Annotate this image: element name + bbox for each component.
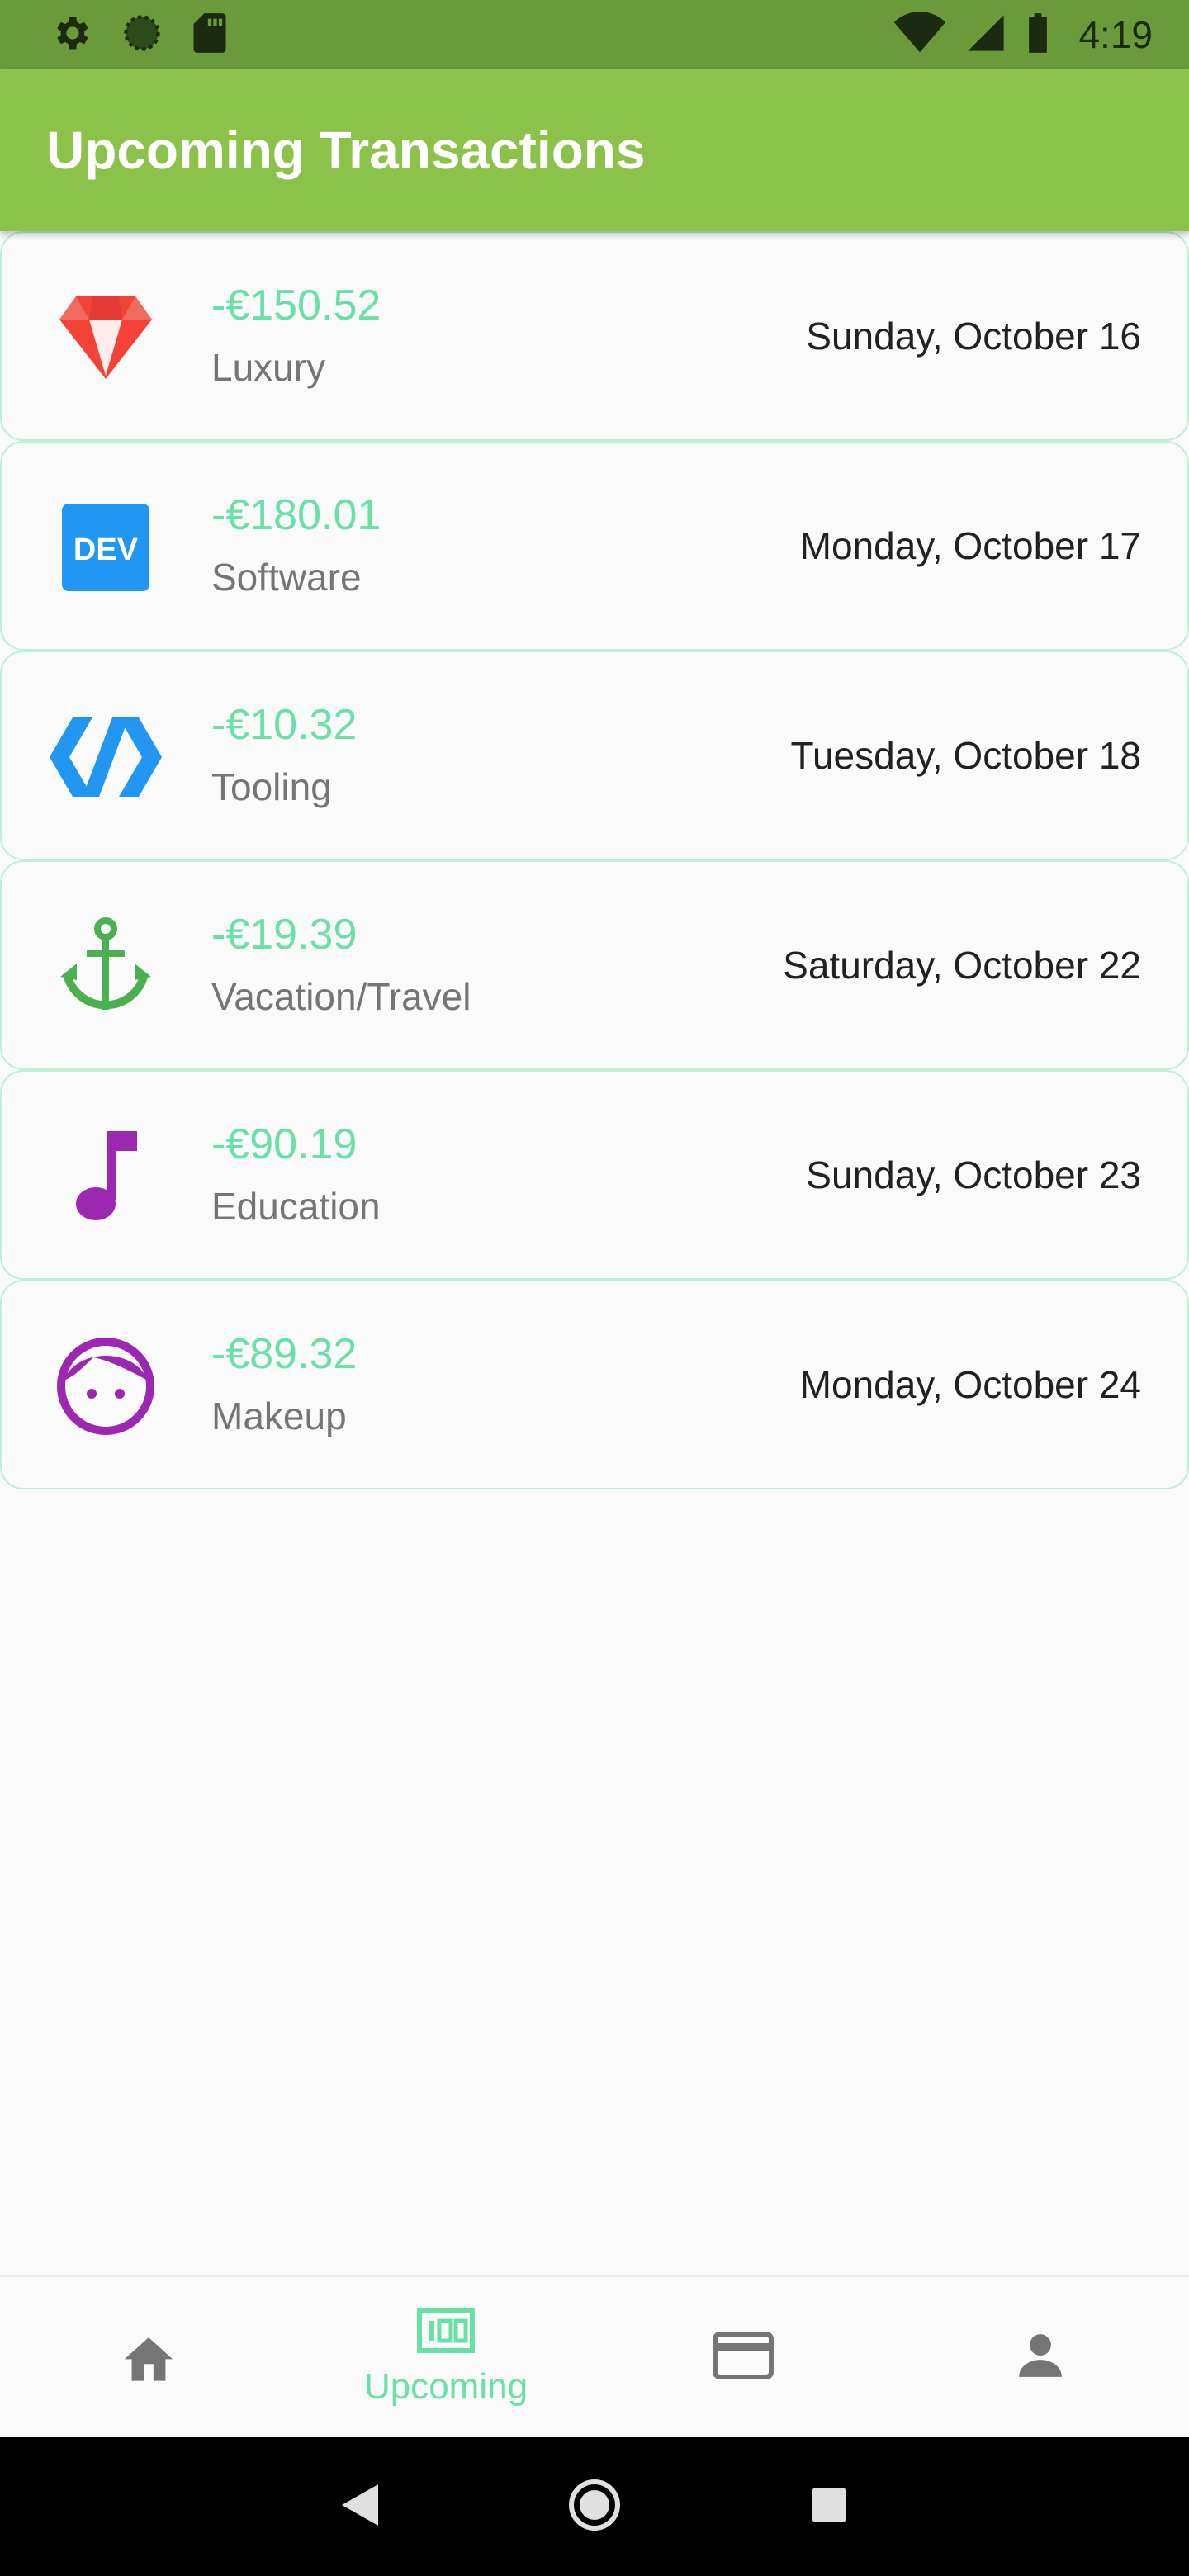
transaction-date: Monday, October 24 [799, 1363, 1141, 1406]
transaction-amount: -€90.19 [211, 1120, 358, 1168]
nav-label-upcoming: Upcoming [363, 2365, 528, 2407]
transaction-date: Sunday, October 23 [806, 1153, 1141, 1196]
polymer-icon [48, 705, 163, 809]
app-bar: Upcoming Transactions [0, 69, 1189, 231]
status-bar: 4:19 [0, 0, 1189, 69]
system-navigation-bar [0, 2437, 1189, 2576]
transaction-amount: -€10.32 [211, 701, 358, 749]
transaction-date: Tuesday, October 18 [790, 734, 1141, 777]
transaction-category: Education [211, 1185, 381, 1228]
transaction-card[interactable]: -€19.39 Vacation/Travel Saturday, Octobe… [0, 860, 1189, 1070]
transaction-amount: -€89.32 [211, 1330, 358, 1378]
transaction-card[interactable]: -€10.32 Tooling Tuesday, October 18 [0, 651, 1189, 860]
transaction-card[interactable]: DEV -€180.01 Software Monday, October 17 [0, 441, 1189, 651]
diamond-icon [48, 286, 163, 390]
home-circle-icon[interactable] [567, 2478, 622, 2536]
status-time: 4:19 [1078, 13, 1153, 56]
transaction-date: Monday, October 17 [799, 524, 1141, 567]
svg-text:DEV: DEV [73, 533, 139, 567]
transaction-category: Tooling [211, 765, 332, 808]
transaction-amount: -€180.01 [211, 491, 381, 539]
gear-icon [50, 12, 92, 59]
nav-item-home[interactable] [0, 2277, 297, 2437]
transaction-date: Sunday, October 16 [806, 315, 1141, 358]
wifi-icon [893, 11, 946, 59]
transaction-category: Vacation/Travel [211, 975, 471, 1018]
face-icon [48, 1334, 163, 1438]
transaction-card[interactable]: -€89.32 Makeup Monday, October 24 [0, 1280, 1189, 1489]
music-note-icon [48, 1125, 163, 1229]
transaction-category: Luxury [211, 346, 326, 389]
nav-item-profile[interactable] [892, 2277, 1189, 2437]
transaction-card[interactable]: -€90.19 Education Sunday, October 23 [0, 1070, 1189, 1280]
transaction-amount: -€19.39 [211, 911, 358, 959]
status-bar-right: 4:19 [893, 11, 1153, 59]
home-icon [120, 2330, 178, 2385]
sd-card-icon [192, 12, 228, 59]
transaction-amount: -€150.52 [211, 282, 381, 329]
credit-card-icon [713, 2331, 774, 2384]
transaction-date: Saturday, October 22 [783, 944, 1141, 987]
transaction-card[interactable]: -€150.52 Luxury Sunday, October 16 [0, 231, 1189, 441]
money-icon [416, 2308, 476, 2358]
status-bar-left [50, 12, 228, 59]
nav-item-upcoming[interactable]: Upcoming [297, 2277, 594, 2437]
signal-icon [964, 12, 1007, 59]
bottom-navigation: Upcoming [0, 2275, 1189, 2437]
transaction-category: Software [211, 556, 362, 599]
circle-status-icon [121, 12, 163, 59]
anchor-icon [48, 915, 163, 1019]
page-title: Upcoming Transactions [46, 121, 646, 180]
transaction-list: -€150.52 Luxury Sunday, October 16 DEV -… [0, 231, 1189, 1489]
recents-icon[interactable] [811, 2487, 847, 2527]
person-icon [1015, 2330, 1066, 2385]
battery-icon [1026, 12, 1050, 59]
back-icon[interactable] [342, 2484, 379, 2530]
dev-icon: DEV [48, 495, 163, 599]
transaction-category: Makeup [211, 1395, 347, 1437]
nav-item-cards[interactable] [594, 2277, 892, 2437]
